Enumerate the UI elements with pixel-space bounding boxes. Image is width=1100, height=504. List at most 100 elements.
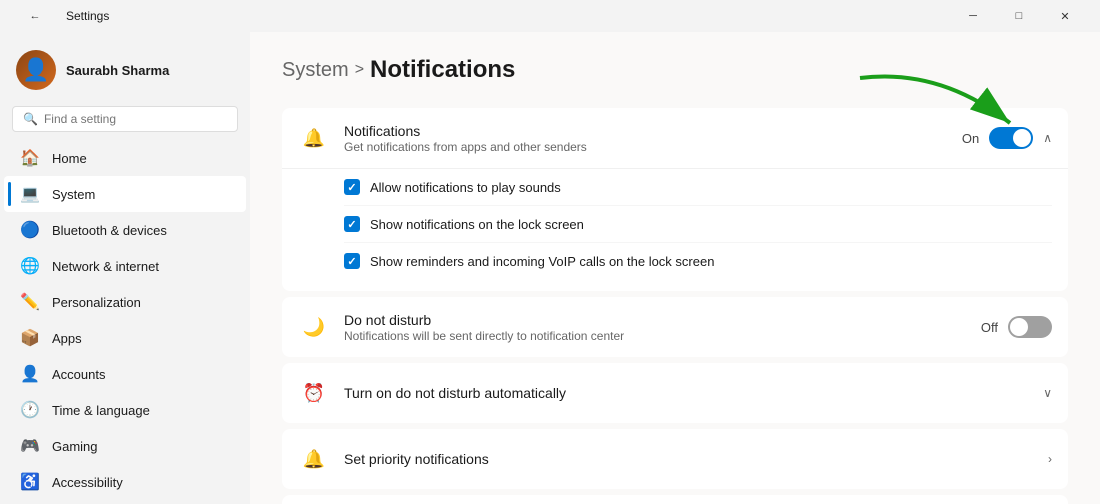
priority-title: Set priority notifications <box>344 451 489 467</box>
notifications-header[interactable]: 🔔 Notifications Get notifications from a… <box>282 108 1068 168</box>
close-button[interactable]: ✕ <box>1042 0 1088 32</box>
apps-icon: 📦 <box>20 328 40 348</box>
sidebar-item-gaming[interactable]: 🎮 Gaming <box>4 428 246 464</box>
checkbox-lockscreen[interactable] <box>344 216 360 232</box>
suboption-sounds: Allow notifications to play sounds <box>344 169 1052 206</box>
notifications-chevron[interactable]: ∧ <box>1043 131 1052 145</box>
auto-dnd-title: Turn on do not disturb automatically <box>344 385 566 401</box>
gaming-label: Gaming <box>52 439 98 454</box>
user-name: Saurabh Sharma <box>66 63 169 78</box>
notifications-suboptions: Allow notifications to play sounds Show … <box>282 168 1068 291</box>
dnd-header-right: Off <box>981 316 1052 338</box>
system-label: System <box>52 187 95 202</box>
auto-dnd-header-left: ⏰ Turn on do not disturb automatically <box>298 377 566 409</box>
accounts-icon: 👤 <box>20 364 40 384</box>
sidebar-item-accessibility[interactable]: ♿ Accessibility <box>4 464 246 500</box>
user-profile: 👤 Saurabh Sharma <box>0 40 250 106</box>
bluetooth-icon: 🔵 <box>20 220 40 240</box>
titlebar-controls: ─ □ ✕ <box>950 0 1088 32</box>
titlebar-title: Settings <box>66 9 109 23</box>
avatar: 👤 <box>16 50 56 90</box>
priority-chevron[interactable]: › <box>1048 452 1052 466</box>
gaming-icon: 🎮 <box>20 436 40 456</box>
minimize-button[interactable]: ─ <box>950 0 996 32</box>
search-box[interactable]: 🔍 <box>12 106 238 132</box>
notifications-title: Notifications <box>344 123 587 139</box>
breadcrumb: System > Notifications <box>282 56 1068 84</box>
auto-dnd-section: ⏰ Turn on do not disturb automatically ∨ <box>282 363 1068 423</box>
dnd-header-left: 🌙 Do not disturb Notifications will be s… <box>298 311 624 343</box>
apps-label: Apps <box>52 331 82 346</box>
sidebar-item-time[interactable]: 🕐 Time & language <box>4 392 246 428</box>
network-icon: 🌐 <box>20 256 40 276</box>
time-icon: 🕐 <box>20 400 40 420</box>
breadcrumb-current: Notifications <box>370 56 515 84</box>
checkbox-sounds[interactable] <box>344 179 360 195</box>
notifications-section: 🔔 Notifications Get notifications from a… <box>282 108 1068 291</box>
nav-items-container: 🏠 Home 💻 System 🔵 Bluetooth & devices 🌐 Network… <box>0 140 250 504</box>
search-input[interactable] <box>44 112 227 126</box>
priority-header[interactable]: 🔔 Set priority notifications › <box>282 429 1068 489</box>
system-icon: 💻 <box>20 184 40 204</box>
notifications-toggle[interactable] <box>989 127 1033 149</box>
checkbox-reminders[interactable] <box>344 253 360 269</box>
breadcrumb-system[interactable]: System <box>282 59 349 82</box>
dnd-toggle-label: Off <box>981 320 998 335</box>
suboption-reminders: Show reminders and incoming VoIP calls o… <box>344 243 1052 279</box>
suboption-sounds-label: Allow notifications to play sounds <box>370 180 561 195</box>
personalization-icon: ✏️ <box>20 292 40 312</box>
accounts-label: Accounts <box>52 367 105 382</box>
notifications-header-left: 🔔 Notifications Get notifications from a… <box>298 122 587 154</box>
titlebar: ← Settings ─ □ ✕ <box>0 0 1100 32</box>
focus-section: 🎯 Focus Session duration, hide badges on… <box>282 495 1068 504</box>
auto-dnd-chevron[interactable]: ∨ <box>1043 386 1052 400</box>
notifications-header-right: On ∧ <box>962 127 1052 149</box>
dnd-toggle[interactable] <box>1008 316 1052 338</box>
dnd-title: Do not disturb <box>344 312 624 328</box>
auto-dnd-header[interactable]: ⏰ Turn on do not disturb automatically ∨ <box>282 363 1068 423</box>
auto-dnd-icon: ⏰ <box>298 377 330 409</box>
dnd-header[interactable]: 🌙 Do not disturb Notifications will be s… <box>282 297 1068 357</box>
accessibility-icon: ♿ <box>20 472 40 492</box>
dnd-icon: 🌙 <box>298 311 330 343</box>
dnd-text: Do not disturb Notifications will be sen… <box>344 312 624 343</box>
notifications-subtitle: Get notifications from apps and other se… <box>344 140 587 154</box>
maximize-button[interactable]: □ <box>996 0 1042 32</box>
accessibility-label: Accessibility <box>52 475 123 490</box>
sidebar-item-home[interactable]: 🏠 Home <box>4 140 246 176</box>
sidebar-item-personalization[interactable]: ✏️ Personalization <box>4 284 246 320</box>
toggle-thumb <box>1013 129 1031 147</box>
network-label: Network & internet <box>52 259 159 274</box>
personalization-label: Personalization <box>52 295 141 310</box>
suboption-lockscreen: Show notifications on the lock screen <box>344 206 1052 243</box>
app-body: 👤 Saurabh Sharma 🔍 🏠 Home 💻 System 🔵 Bluetoot… <box>0 32 1100 504</box>
suboption-reminders-label: Show reminders and incoming VoIP calls o… <box>370 254 714 269</box>
time-label: Time & language <box>52 403 150 418</box>
dnd-toggle-thumb <box>1010 318 1028 336</box>
priority-header-left: 🔔 Set priority notifications <box>298 443 489 475</box>
sidebar-item-bluetooth[interactable]: 🔵 Bluetooth & devices <box>4 212 246 248</box>
back-button[interactable]: ← <box>12 0 58 32</box>
priority-icon: 🔔 <box>298 443 330 475</box>
search-icon: 🔍 <box>23 112 38 126</box>
sidebar-item-network[interactable]: 🌐 Network & internet <box>4 248 246 284</box>
sidebar: 👤 Saurabh Sharma 🔍 🏠 Home 💻 System 🔵 Bluetoot… <box>0 32 250 504</box>
content: System > Notifications 🔔 Notifications G… <box>250 32 1100 504</box>
home-icon: 🏠 <box>20 148 40 168</box>
titlebar-left: ← Settings <box>12 0 109 32</box>
suboption-lockscreen-label: Show notifications on the lock screen <box>370 217 584 232</box>
sidebar-item-privacy[interactable]: 🛡️Privacy & security <box>4 500 246 504</box>
sidebar-item-system[interactable]: 💻 System <box>4 176 246 212</box>
notifications-toggle-label: On <box>962 131 979 146</box>
home-label: Home <box>52 151 87 166</box>
focus-header[interactable]: 🎯 Focus Session duration, hide badges on… <box>282 495 1068 504</box>
dnd-section: 🌙 Do not disturb Notifications will be s… <box>282 297 1068 357</box>
bluetooth-label: Bluetooth & devices <box>52 223 167 238</box>
notifications-text: Notifications Get notifications from app… <box>344 123 587 154</box>
sidebar-item-accounts[interactable]: 👤 Accounts <box>4 356 246 392</box>
priority-section: 🔔 Set priority notifications › <box>282 429 1068 489</box>
dnd-subtitle: Notifications will be sent directly to n… <box>344 329 624 343</box>
breadcrumb-separator: > <box>355 61 364 79</box>
sidebar-item-apps[interactable]: 📦 Apps <box>4 320 246 356</box>
notifications-icon: 🔔 <box>298 122 330 154</box>
